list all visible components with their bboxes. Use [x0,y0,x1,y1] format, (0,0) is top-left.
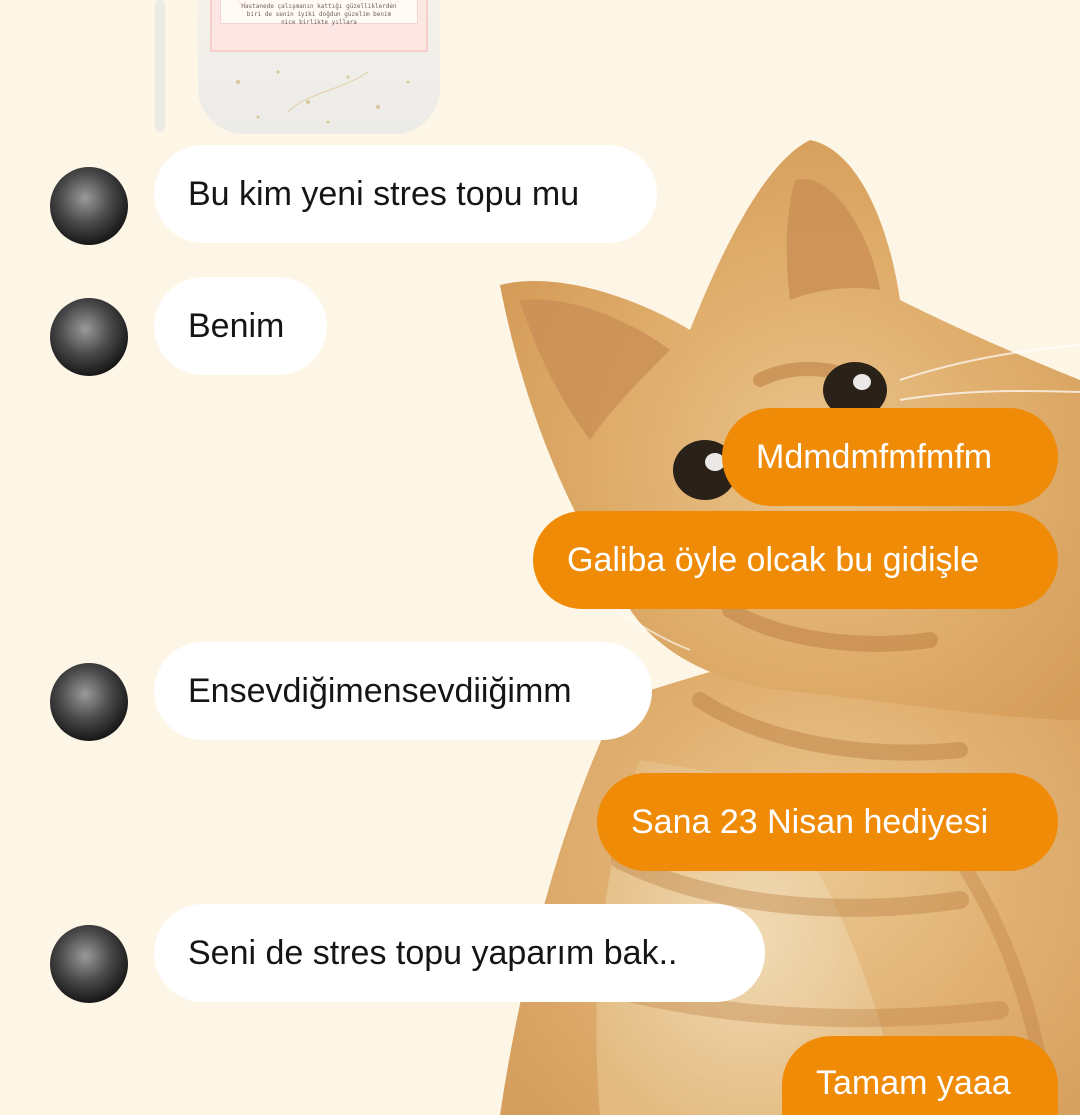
story-sparkles [236,70,410,124]
message-bubble-incoming[interactable]: Bu kim yeni stres topu mu [154,145,657,243]
message-bubble-outgoing[interactable]: Tamam yaaa [782,1036,1058,1115]
story-line: nice birlikte yıllara [281,19,357,26]
message-bubble-outgoing[interactable]: Sana 23 Nisan hediyesi [597,773,1058,871]
message-text: Sana 23 Nisan hediyesi [631,802,989,841]
message-text: Galiba öyle olcak bu gidişle [567,540,980,579]
message-text: Bu kim yeni stres topu mu [188,174,580,213]
message-text: Ensevdiğimensevdiiğimm [188,671,572,710]
replied-story-preview[interactable]: Hastanede çalışmanın kattığı güzellikler… [198,0,440,134]
story-line: biri de senin iyiki doğdun güzelim benim [246,11,392,18]
message-text: Benim [188,306,285,345]
reply-thread-line [155,0,165,132]
message-text: Mdmdmfmfmfm [756,437,993,476]
message-bubble-outgoing[interactable]: Mdmdmfmfmfm [722,408,1058,506]
message-text: Seni de stres topu yaparım bak.. [188,933,678,972]
message-bubble-incoming[interactable]: Benim [154,277,327,375]
message-bubble-outgoing[interactable]: Galiba öyle olcak bu gidişle [533,511,1058,609]
contact-avatar[interactable] [50,663,128,741]
heart-icon: ♡ [387,0,400,9]
message-bubble-incoming[interactable]: Ensevdiğimensevdiiğimm [154,642,652,740]
contact-avatar[interactable] [50,167,128,245]
heart-icon: ♡ [236,0,249,9]
contact-avatar[interactable] [50,925,128,1003]
message-bubble-incoming[interactable]: Seni de stres topu yaparım bak.. [154,904,765,1002]
message-text: Tamam yaaa [816,1064,1011,1102]
story-note-card: Hastanede çalışmanın kattığı güzellikler… [210,0,428,52]
contact-avatar[interactable] [50,298,128,376]
story-line: Hastanede çalışmanın kattığı güzellikler… [241,3,397,10]
